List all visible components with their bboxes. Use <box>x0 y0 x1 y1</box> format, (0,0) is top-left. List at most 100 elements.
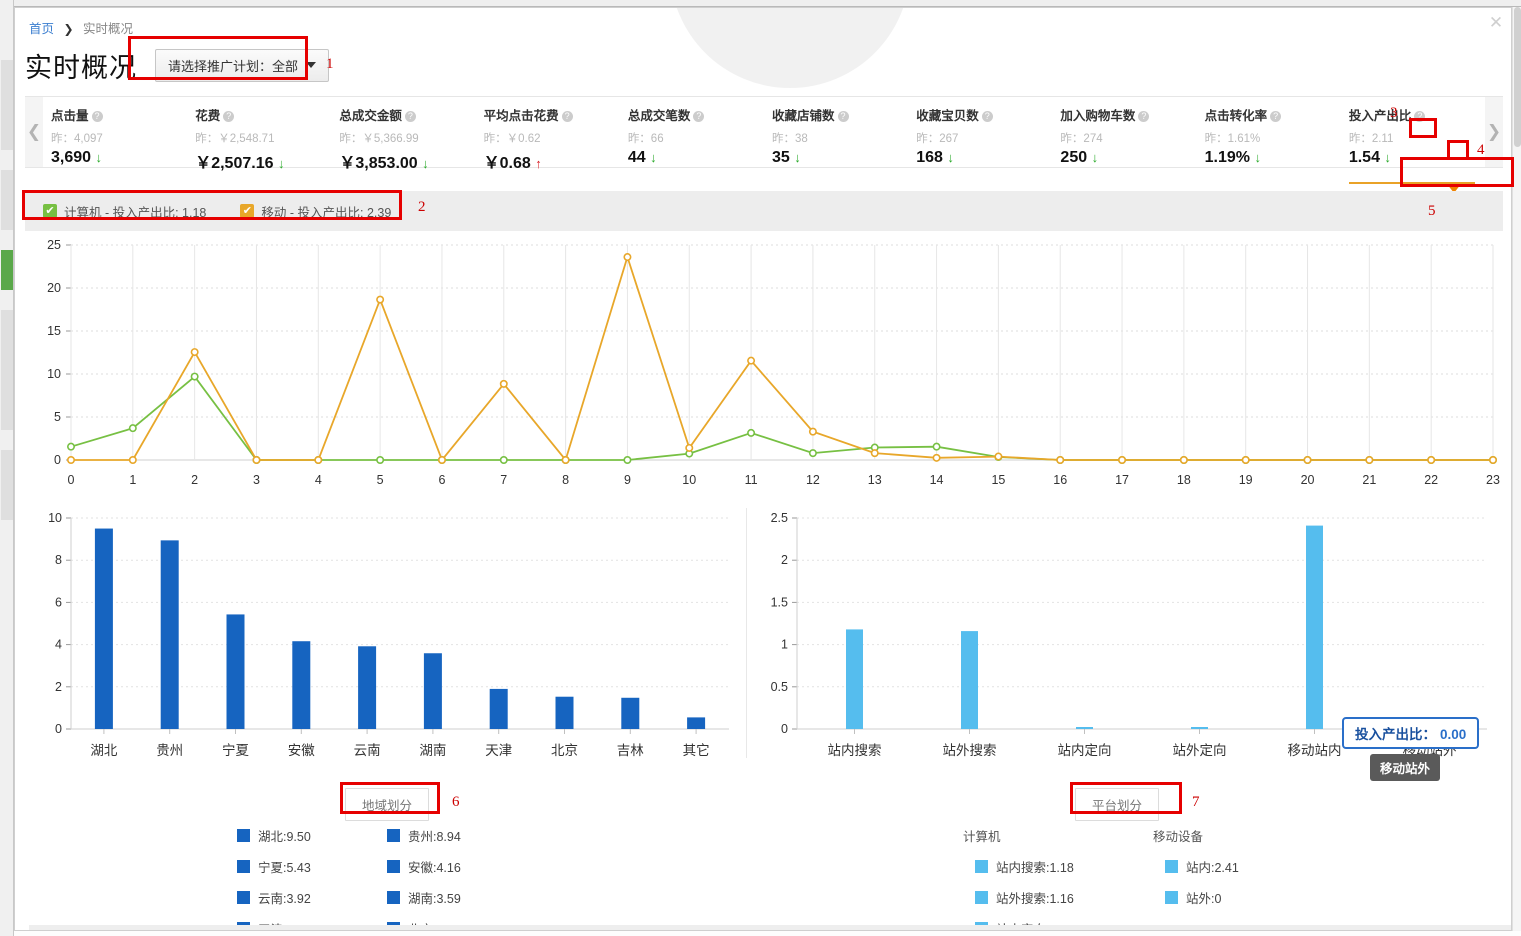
svg-text:9: 9 <box>624 473 631 487</box>
line-data-point <box>623 253 632 262</box>
platform-legend-item[interactable]: 站内搜索:1.18 <box>963 857 1123 876</box>
metric-card[interactable]: 平均点击花费? 昨：￥0.62 ￥0.68 ↑ <box>476 97 620 172</box>
help-icon[interactable]: ? <box>1270 111 1282 122</box>
metric-name-text: 平均点击花费 <box>483 109 559 123</box>
hourly-roi-line-chart[interactable]: 0 5 10 15 20 25 0 1 2 3 4 5 6 7 8 9 10 11 12 13 14 15 16 17 18 19… <box>25 233 1503 498</box>
help-icon[interactable]: ? <box>837 111 849 122</box>
platform-legend: 计算机站内搜索:1.18站外搜索:1.16站内定向:0移动设备站内:2.41站外… <box>963 826 1313 930</box>
line-data-point <box>1427 456 1436 465</box>
promotion-plan-select[interactable]: 请选择推广计划：全部 <box>155 48 330 82</box>
line-data-point <box>870 449 879 458</box>
check-icon: ✔ <box>242 204 252 217</box>
vertical-scrollbar-thumb[interactable] <box>1514 7 1521 147</box>
help-icon[interactable]: ? <box>1138 111 1150 122</box>
bar[interactable] <box>687 717 706 729</box>
svg-text:23: 23 <box>1486 473 1500 487</box>
chart-divider <box>746 508 747 758</box>
metric-name-text: 花费 <box>195 109 221 123</box>
bar[interactable] <box>1076 727 1093 729</box>
trend-down-icon: ↓ <box>1091 150 1099 165</box>
bar[interactable] <box>358 646 377 729</box>
region-legend-item[interactable]: 安徽:4.16 <box>387 857 537 876</box>
help-icon[interactable]: ? <box>223 111 235 122</box>
series-legend-item[interactable]: ✔ 移动 - 投入产出比: 2.39 <box>240 202 391 221</box>
help-icon[interactable]: ? <box>1414 111 1426 122</box>
line-data-point <box>190 372 199 381</box>
close-icon[interactable]: ✕ <box>1487 14 1505 32</box>
bar[interactable] <box>846 629 863 729</box>
annotation-number-7: 7 <box>1192 794 1200 810</box>
metric-card[interactable]: 总成交笔数? 昨：66 44 ↓ <box>620 97 764 167</box>
region-legend-item[interactable]: 宁夏:5.43 <box>237 857 387 876</box>
platform-legend-item[interactable]: 站外搜索:1.16 <box>963 888 1123 907</box>
bar[interactable] <box>961 631 978 729</box>
help-icon[interactable]: ? <box>561 111 573 122</box>
line-data-point <box>808 449 817 458</box>
region-legend-label: 云南:3.92 <box>258 892 311 906</box>
svg-text:0: 0 <box>68 473 75 487</box>
metric-card[interactable]: 总成交金额? 昨：￥5,366.99 ￥3,853.00 ↓ <box>331 97 475 172</box>
metric-name-text: 点击转化率 <box>1204 109 1268 123</box>
region-legend-item[interactable]: 云南:3.92 <box>237 888 387 907</box>
bar[interactable] <box>489 688 508 729</box>
bar[interactable] <box>555 696 574 729</box>
horizontal-scrollbar[interactable] <box>29 925 1511 930</box>
platform-legend-item[interactable]: 站外:0 <box>1153 888 1313 907</box>
region-legend-item[interactable]: 湖南:3.59 <box>387 888 537 907</box>
checkbox-checked-icon[interactable]: ✔ <box>240 204 255 218</box>
bar[interactable] <box>1191 727 1208 729</box>
platform-legend-item[interactable]: 站内:2.41 <box>1153 857 1313 876</box>
bar[interactable] <box>423 653 442 729</box>
svg-text:1.5: 1.5 <box>771 595 788 609</box>
breadcrumb-home[interactable]: 首页 <box>29 22 54 36</box>
metric-previous-value: 昨：38 <box>772 133 808 145</box>
vertical-scrollbar[interactable] <box>1512 7 1521 931</box>
legend-swatch <box>237 829 250 842</box>
bar[interactable] <box>1306 525 1323 729</box>
metric-card[interactable]: 点击转化率? 昨：1.61% 1.19% ↓ <box>1197 97 1341 167</box>
region-legend-item[interactable]: 贵州:8.94 <box>387 826 537 845</box>
region-chart-svg: 0 2 4 6 8 10 湖北 贵州 宁夏 安徽 云南 湖南 天津 北京 吉林 其它 <box>48 511 729 758</box>
promotion-plan-select-label: 请选择推广计划：全部 <box>168 58 299 74</box>
metric-card[interactable]: 花费? 昨：￥2,548.71 ￥2,507.16 ↓ <box>187 97 331 172</box>
bar[interactable] <box>226 614 245 729</box>
svg-text:2: 2 <box>191 473 198 487</box>
region-bar-chart[interactable]: 0 2 4 6 8 10 湖北 贵州 宁夏 安徽 云南 湖南 天津 北京 吉林 其它 <box>25 506 745 791</box>
metric-card[interactable]: 收藏宝贝数? 昨：267 168 ↓ <box>908 97 1052 167</box>
metric-card[interactable]: 投入产出比? 昨：2.11 1.54 ↓ <box>1341 97 1485 193</box>
metric-name-text: 总成交笔数 <box>627 109 691 123</box>
bar[interactable] <box>292 641 311 729</box>
bar[interactable] <box>94 528 113 729</box>
metric-current-value: ￥3,853.00 ↓ <box>339 149 475 173</box>
legend-swatch <box>1165 891 1178 904</box>
line-data-point <box>376 295 385 304</box>
bar[interactable] <box>621 697 640 729</box>
svg-text:2: 2 <box>781 553 788 567</box>
svg-text:13: 13 <box>868 473 882 487</box>
line-data-point <box>623 456 632 465</box>
metrics-strip: ❮ 点击量? 昨：4,097 3,690 ↓ 花费? 昨：￥2,548.71 ￥2,507… <box>25 96 1503 193</box>
region-legend-item[interactable]: 湖北:9.50 <box>237 826 387 845</box>
checkbox-checked-icon[interactable]: ✔ <box>43 204 57 218</box>
svg-text:8: 8 <box>562 473 569 487</box>
region-legend-label: 安徽:4.16 <box>408 861 461 875</box>
line-data-point <box>994 452 1003 461</box>
help-icon[interactable]: ? <box>693 111 705 122</box>
help-icon[interactable]: ? <box>404 111 416 122</box>
metric-card[interactable]: 点击量? 昨：4,097 3,690 ↓ <box>43 97 187 167</box>
series-legend-item[interactable]: ✔ 计算机 - 投入产出比: 1.18 <box>43 202 206 221</box>
metric-card[interactable]: 收藏店铺数? 昨：38 35 ↓ <box>764 97 908 167</box>
bar[interactable] <box>160 540 179 729</box>
region-legend: 湖北:9.50 贵州:8.94 宁夏:5.43 安徽:4.16 云南:3.92 湖南:3.… <box>237 826 537 930</box>
metrics-list: 点击量? 昨：4,097 3,690 ↓ 花费? 昨：￥2,548.71 ￥2,507.1… <box>43 97 1485 193</box>
help-icon[interactable]: ? <box>91 111 103 122</box>
help-icon[interactable]: ? <box>981 111 993 122</box>
legend-swatch <box>237 860 250 873</box>
platform-category-button[interactable]: 平台划分 <box>1075 788 1160 821</box>
legend-swatch <box>975 891 988 904</box>
region-category-button[interactable]: 地域划分 <box>345 788 430 821</box>
metric-card[interactable]: 加入购物车数? 昨：274 250 ↓ <box>1052 97 1196 167</box>
metrics-next-button[interactable]: ❯ <box>1485 97 1503 167</box>
chevron-down-icon <box>306 62 317 68</box>
metrics-prev-button[interactable]: ❮ <box>25 97 43 167</box>
